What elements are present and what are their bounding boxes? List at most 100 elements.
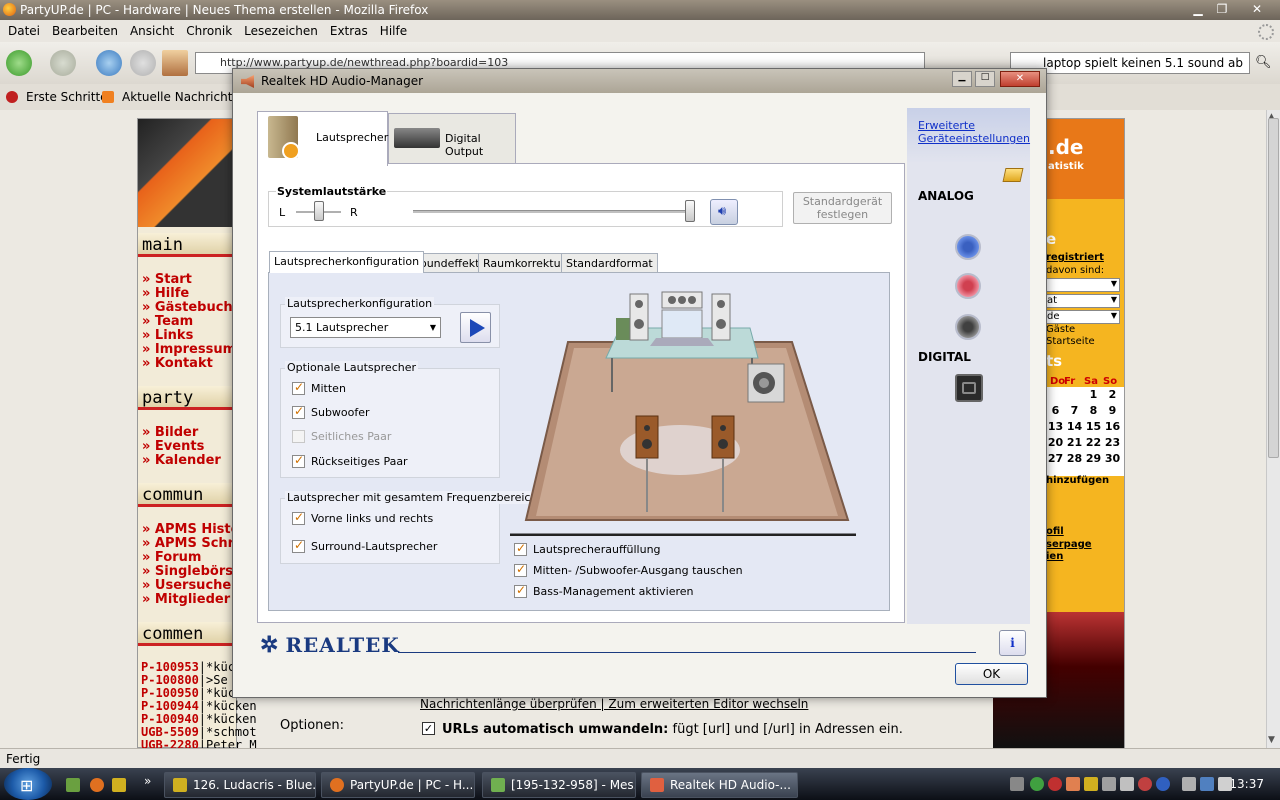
home-icon[interactable]: [162, 50, 188, 76]
cal-date[interactable]: 15: [1084, 419, 1103, 435]
stats-select-3[interactable]: de ▼: [1046, 310, 1120, 324]
task-messenger[interactable]: [195-132-958] - Mes...: [482, 772, 636, 798]
cal-date[interactable]: 9: [1103, 403, 1122, 419]
advanced-settings-link[interactable]: Erweiterte Geräteeinstellungen: [918, 119, 1030, 145]
set-default-device-button[interactable]: Standardgerät festlegen: [793, 192, 892, 224]
registriert-link[interactable]: registriert: [1046, 252, 1104, 263]
checkbox-subwoofer[interactable]: Subwoofer: [292, 404, 370, 419]
quicklaunch-firefox-icon[interactable]: [90, 778, 104, 792]
menu-hilfe[interactable]: Hilfe: [374, 24, 413, 38]
cal-date[interactable]: 1: [1084, 387, 1103, 403]
link-apms-histo[interactable]: » APMS Histo: [142, 523, 240, 537]
test-play-button[interactable]: [460, 312, 491, 343]
tray-icon[interactable]: [1084, 777, 1098, 791]
checkbox-vorne-links-rechts[interactable]: Vorne links und rechts: [292, 510, 433, 525]
scroll-down-icon[interactable]: ▼: [1268, 735, 1275, 745]
link-links[interactable]: » Links: [142, 329, 193, 343]
menu-chronik[interactable]: Chronik: [180, 24, 238, 38]
menu-lesezeichen[interactable]: Lesezeichen: [238, 24, 324, 38]
jack-blue-icon[interactable]: [955, 234, 981, 260]
checkbox-box[interactable]: [292, 538, 305, 553]
link-apms-schre[interactable]: » APMS Schre: [142, 537, 243, 551]
profil-link[interactable]: ofil: [1046, 526, 1064, 537]
tray-battery-icon[interactable]: [1182, 777, 1196, 791]
tray-volume-icon[interactable]: [1218, 777, 1232, 791]
forward-icon[interactable]: [50, 50, 76, 76]
link-kalender[interactable]: » Kalender: [142, 454, 221, 468]
back-icon[interactable]: [6, 50, 32, 76]
checkbox-box[interactable]: [292, 510, 305, 525]
checkbox-box[interactable]: [292, 380, 305, 395]
checkbox-box[interactable]: [514, 583, 527, 598]
reload-icon[interactable]: [96, 50, 122, 76]
cal-date[interactable]: 28: [1065, 451, 1084, 467]
checkbox-mitten[interactable]: Mitten: [292, 380, 346, 395]
digital-jack-icon[interactable]: [955, 374, 983, 402]
site-logo[interactable]: [138, 119, 236, 227]
urls-option[interactable]: ✓ URLs automatisch umwandeln: fügt [url]…: [420, 722, 903, 737]
link-start[interactable]: » Start: [142, 273, 192, 287]
dialog-close-icon[interactable]: ✕: [1000, 71, 1040, 87]
link-impressum[interactable]: » Impressum: [142, 343, 236, 357]
page-scrollbar[interactable]: ▲ ▼: [1266, 110, 1280, 748]
dialog-minimize-icon[interactable]: ▁: [952, 71, 972, 87]
tray-network-icon[interactable]: [1010, 777, 1024, 791]
ok-button[interactable]: OK: [955, 663, 1028, 685]
tab-digital-output[interactable]: Digital Output: [388, 113, 516, 164]
quicklaunch-icon[interactable]: [66, 778, 80, 792]
menu-datei[interactable]: Datei: [2, 24, 46, 38]
checkbox-bass-management[interactable]: Bass-Management aktivieren: [514, 583, 694, 598]
link-bilder[interactable]: » Bilder: [142, 426, 198, 440]
volume-slider-thumb[interactable]: [685, 200, 695, 222]
cal-date[interactable]: 27: [1046, 451, 1065, 467]
start-button[interactable]: ⊞: [4, 768, 52, 800]
bookmark-aktuelle-nachrichten[interactable]: Aktuelle Nachrichten: [122, 84, 247, 110]
menu-bearbeiten[interactable]: Bearbeiten: [46, 24, 124, 38]
editor-links[interactable]: Nachrichtenlänge überprüfen | Zum erweit…: [420, 697, 808, 711]
cal-date[interactable]: 22: [1084, 435, 1103, 451]
volume-slider-track[interactable]: [413, 210, 695, 213]
link-kontakt[interactable]: » Kontakt: [142, 357, 213, 371]
checkbox-mitten-subwoofer-tauschen[interactable]: Mitten- /Subwoofer-Ausgang tauschen: [514, 562, 743, 577]
dialog-maximize-icon[interactable]: □: [975, 71, 995, 87]
restore-icon[interactable]: ❐: [1210, 1, 1234, 17]
task-partyup[interactable]: PartyUP.de | PC - H...: [321, 772, 475, 798]
scroll-thumb[interactable]: [1268, 118, 1279, 458]
subtab-raumkorrektur[interactable]: Raumkorrektur: [478, 253, 571, 273]
link-hilfe[interactable]: » Hilfe: [142, 287, 189, 301]
link-gaestebuch[interactable]: » Gästebuch: [142, 301, 233, 315]
menu-ansicht[interactable]: Ansicht: [124, 24, 180, 38]
tab-lautsprecher[interactable]: Lautsprecher: [257, 111, 388, 166]
tray-icon[interactable]: [1102, 777, 1116, 791]
balance-slider-thumb[interactable]: [313, 201, 324, 221]
speaker-config-select[interactable]: 5.1 Lautsprecher ▼: [290, 317, 441, 338]
link-usersuche[interactable]: » Usersuche: [142, 579, 231, 593]
checkbox-box[interactable]: [292, 404, 305, 419]
cal-date[interactable]: 8: [1084, 403, 1103, 419]
tray-icon[interactable]: [1138, 777, 1152, 791]
cal-date[interactable]: 6: [1046, 403, 1065, 419]
hinzufuegen-link[interactable]: hinzufügen: [1046, 475, 1109, 486]
tray-antivirus-icon[interactable]: [1048, 777, 1062, 791]
cal-date[interactable]: 16: [1103, 419, 1122, 435]
tray-messenger-icon[interactable]: [1030, 777, 1044, 791]
stop-icon[interactable]: [130, 50, 156, 76]
subtab-lautsprecherkonfiguration[interactable]: Lautsprecherkonfiguration: [269, 251, 425, 273]
checkbox-box[interactable]: [292, 453, 305, 468]
checkbox-box[interactable]: [514, 562, 527, 577]
link-team[interactable]: » Team: [142, 315, 193, 329]
search-icon[interactable]: 🔍︎: [1255, 55, 1272, 70]
subtab-standardformat[interactable]: Standardformat: [561, 253, 658, 273]
checkbox-rueckseitiges-paar[interactable]: Rückseitiges Paar: [292, 453, 408, 468]
checkbox-lautsprecherauffuellung[interactable]: Lautsprecherauffüllung: [514, 541, 661, 556]
tray-audio-icon[interactable]: [1066, 777, 1080, 791]
stats-select-2[interactable]: at ▼: [1046, 294, 1120, 308]
minimize-icon[interactable]: ▁: [1186, 1, 1210, 17]
cal-date[interactable]: 21: [1065, 435, 1084, 451]
tray-icon[interactable]: [1156, 777, 1170, 791]
checkbox-box[interactable]: [514, 541, 527, 556]
cal-date[interactable]: 20: [1046, 435, 1065, 451]
folder-icon[interactable]: [1002, 168, 1024, 182]
userpage-link[interactable]: serpage: [1046, 539, 1092, 550]
tray-wifi-icon[interactable]: [1200, 777, 1214, 791]
